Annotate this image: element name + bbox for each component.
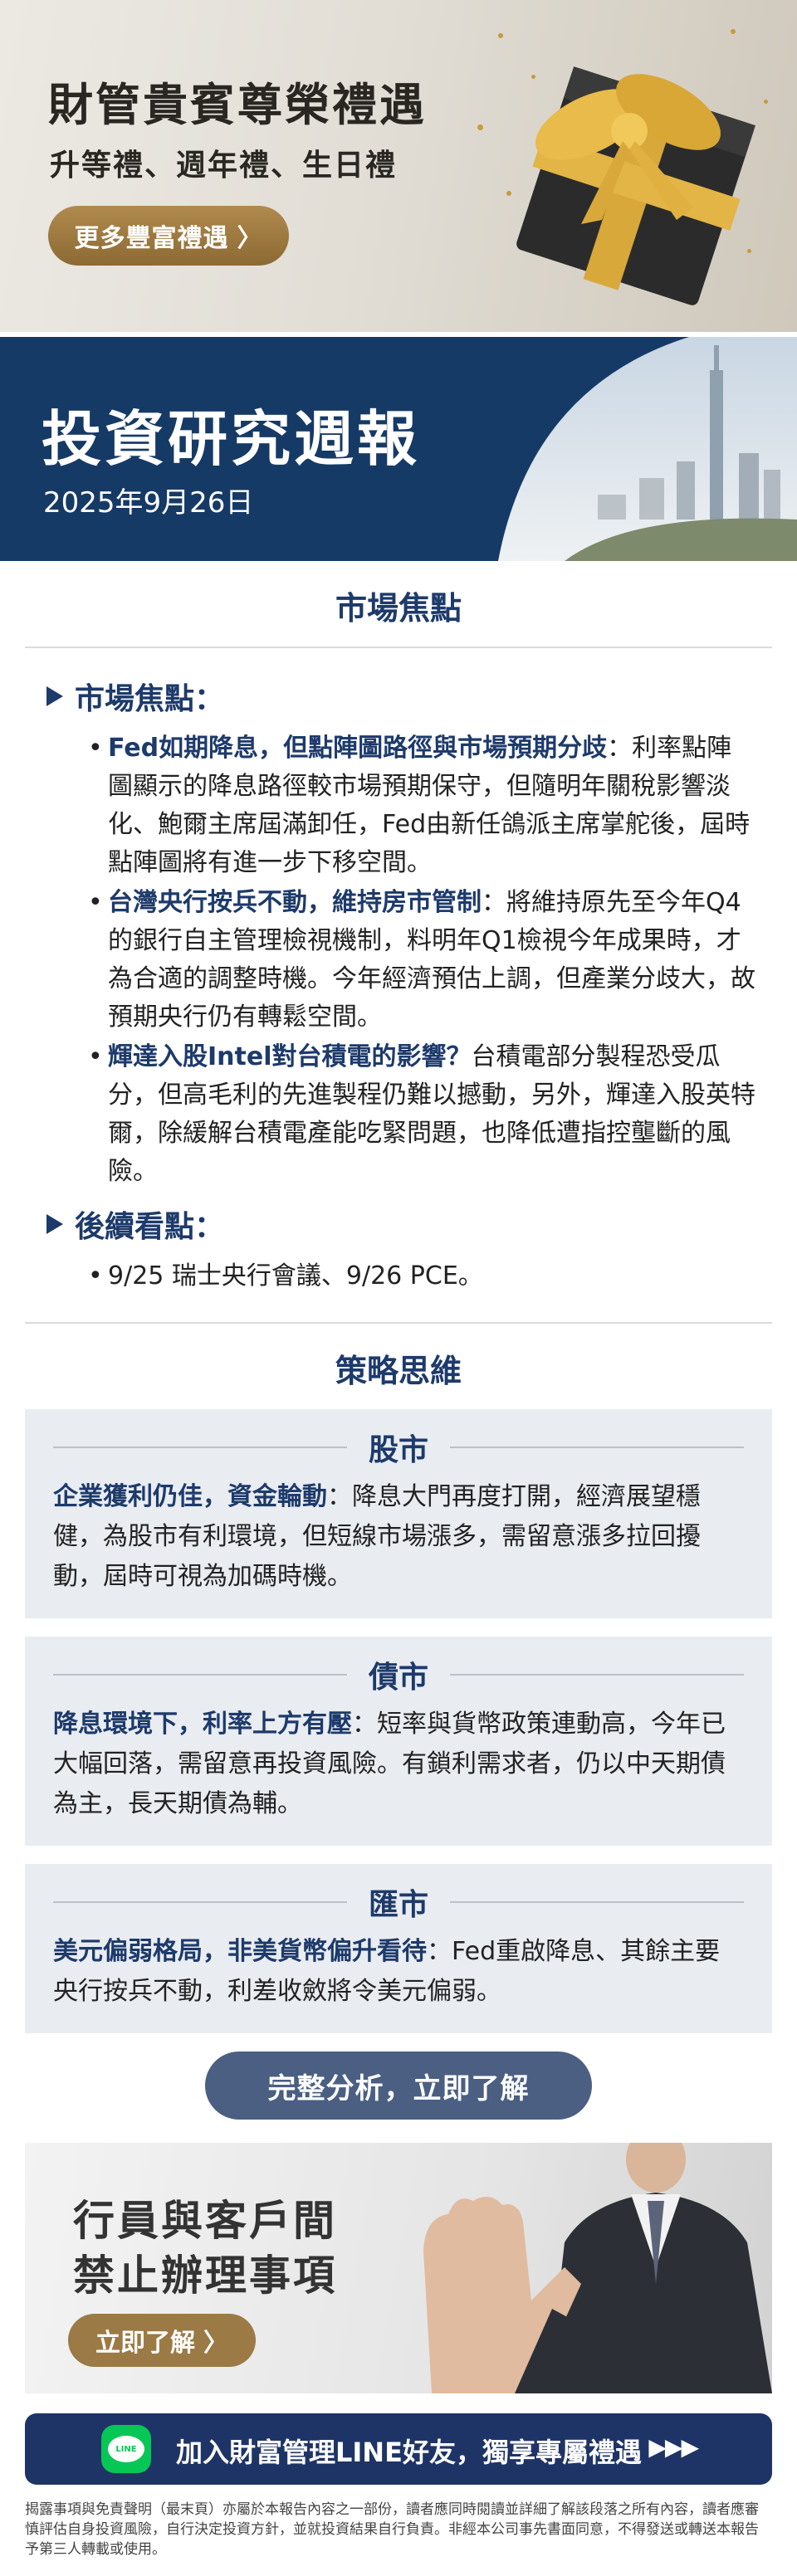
bullet-highlight: 台灣央行按兵不動，維持房市管制 [108,888,482,917]
report-header: 投資研究週報 2025年9月26日 [0,337,797,561]
triangle-bullet-icon [46,686,63,706]
divider [53,1901,347,1903]
divider [450,1674,745,1676]
more-benefits-label: 更多豐富禮遇 [74,224,229,253]
divider [53,1447,347,1448]
bullet-highlight: 輝達入股Intel對台積電的影響？ [108,1042,472,1071]
followup-subheading: 後續看點： [46,1203,764,1246]
sparkle-dot [506,191,511,196]
sparkle-dot [498,33,503,38]
line-friend-bar[interactable]: LINE 加入財富管理LINE好友，獨享專屬禮遇 ▶▶▶ [25,2413,772,2485]
card-heading: 債市 [53,1653,745,1696]
market-focus-section: 市場焦點： • Fed如期降息，但點陣圖路徑與市場預期分歧：利率點陣圖顯示的降息… [0,648,797,1305]
sparkle-dot [747,249,751,253]
card-highlight: 企業獲利仍佳，資金輪動 [53,1482,327,1511]
sparkle-dot [764,100,768,104]
strategy-title: 策略思維 [335,1353,462,1389]
followup-subheading-label: 後續看點： [75,1210,225,1244]
vip-banner-title: 財管貴賓尊榮禮遇 [48,79,427,131]
vip-banner[interactable]: 財管貴賓尊榮禮遇 升等禮、週年禮、生日禮 更多豐富禮遇 〉 [0,0,797,332]
card-heading: 匯市 [53,1881,745,1924]
line-app-icon: LINE [101,2425,151,2473]
newsletter-page: 財管貴賓尊榮禮遇 升等禮、週年禮、生日禮 更多豐富禮遇 〉 投資研究週報 202… [0,0,797,2559]
gift-box-icon [516,66,755,305]
card-body: 美元偏弱格局，非美貨幣偏升看待：Fed重啟降息、其餘主要央行按兵不動，利差收斂將… [53,1932,744,2012]
report-title: 投資研究週報 [42,404,421,474]
disclaimer: 揭露事項與免責聲明（最末頁）亦屬於本報告內容之一部份，讀者應同時閱讀並詳細了解該… [25,2501,759,2558]
sparkle-dot [531,75,535,79]
learn-more-label: 立即了解 [95,2329,195,2358]
card-label: 匯市 [369,1888,429,1922]
strategy-card-bonds: 債市 降息環境下，利率上方有壓：短率與貨幣政策連動高，今年已大幅回落，需留意再投… [25,1637,772,1846]
notice-line2: 禁止辦理事項 [73,2252,337,2300]
list-item: • 台灣央行按兵不動，維持房市管制：將維持原先至今年Q4的銀行自主管理檢視機制，… [46,884,764,1037]
bullet-dot-icon: • [88,888,103,917]
full-analysis-button[interactable]: 完整分析，立即了解 [205,2052,592,2120]
sparkle-dot [477,124,483,130]
cta-wrapper: 完整分析，立即了解 [0,2052,797,2120]
bullet-dot-icon: • [88,1261,103,1290]
triangle-bullet-icon [46,1214,63,1234]
bullet-dot-icon: • [88,1042,103,1071]
line-bar-text: 加入財富管理LINE好友，獨享專屬禮遇 [176,2437,642,2468]
focus-subheading: 市場焦點： [46,675,764,718]
taipei-skyline-image [498,337,797,561]
more-benefits-button[interactable]: 更多豐富禮遇 〉 [48,206,289,266]
divider [53,1674,347,1676]
divider [450,1901,745,1903]
list-item: • 9/25 瑞士央行會議、9/26 PCE。 [46,1257,764,1295]
notice-line1: 行員與客戶間 [73,2197,337,2245]
bullet-text: Fed如期降息，但點陣圖路徑與市場預期分歧：利率點陣圖顯示的降息路徑較市場預期保… [108,729,755,882]
bullet-text: 台灣央行按兵不動，維持房市管制：將維持原先至今年Q4的銀行自主管理檢視機制，料明… [108,884,755,1037]
notice-banner[interactable]: 行員與客戶間 禁止辦理事項 立即了解 〉 [25,2143,772,2393]
sparkle-dot [731,29,736,34]
vip-banner-subtitle: 升等禮、週年禮、生日禮 [50,149,398,183]
chevron-right-icon: 〉 [237,224,263,253]
bullet-text: 輝達入股Intel對台積電的影響？台積電部分製程恐受瓜分，但高毛利的先進製程仍難… [108,1038,755,1191]
card-label: 債市 [369,1661,429,1695]
card-heading: 股市 [53,1426,745,1469]
list-item: • 輝達入股Intel對台積電的影響？台積電部分製程恐受瓜分，但高毛利的先進製程… [46,1038,764,1191]
bullet-highlight: Fed如期降息，但點陣圖路徑與市場預期分歧 [108,734,608,763]
learn-more-button[interactable]: 立即了解 〉 [68,2314,256,2367]
divider [450,1447,745,1448]
businessman-stop-hand-image [423,2143,772,2393]
strategy-card-stocks: 股市 企業獲利仍佳，資金輪動：降息大門再度打開，經濟展望穩健，為股市有利環境，但… [25,1409,772,1618]
bullet-dot-icon: • [88,734,103,763]
followup-text: 9/25 瑞士央行會議、9/26 PCE。 [108,1261,483,1290]
card-body: 降息環境下，利率上方有壓：短率與貨幣政策連動高，今年已大幅回落，需留意再投資風險… [53,1705,744,1824]
card-label: 股市 [369,1433,429,1467]
report-date: 2025年9月26日 [43,486,254,520]
card-highlight: 美元偏弱格局，非美貨幣偏升看待 [53,1937,427,1966]
triple-arrow-icon: ▶▶▶ [648,2433,699,2461]
card-highlight: 降息環境下，利率上方有壓 [53,1710,352,1739]
card-body: 企業獲利仍佳，資金輪動：降息大門再度打開，經濟展望穩健，為股市有利環境，但短線市… [53,1477,744,1597]
chevron-right-icon: 〉 [203,2329,228,2358]
line-app-icon-text: LINE [108,2436,144,2462]
focus-subheading-label: 市場焦點： [75,682,225,716]
strategy-card-fx: 匯市 美元偏弱格局，非美貨幣偏升看待：Fed重啟降息、其餘主要央行按兵不動，利差… [25,1864,772,2033]
list-item: • Fed如期降息，但點陣圖路徑與市場預期分歧：利率點陣圖顯示的降息路徑較市場預… [46,729,764,882]
market-focus-title: 市場焦點 [335,590,462,627]
